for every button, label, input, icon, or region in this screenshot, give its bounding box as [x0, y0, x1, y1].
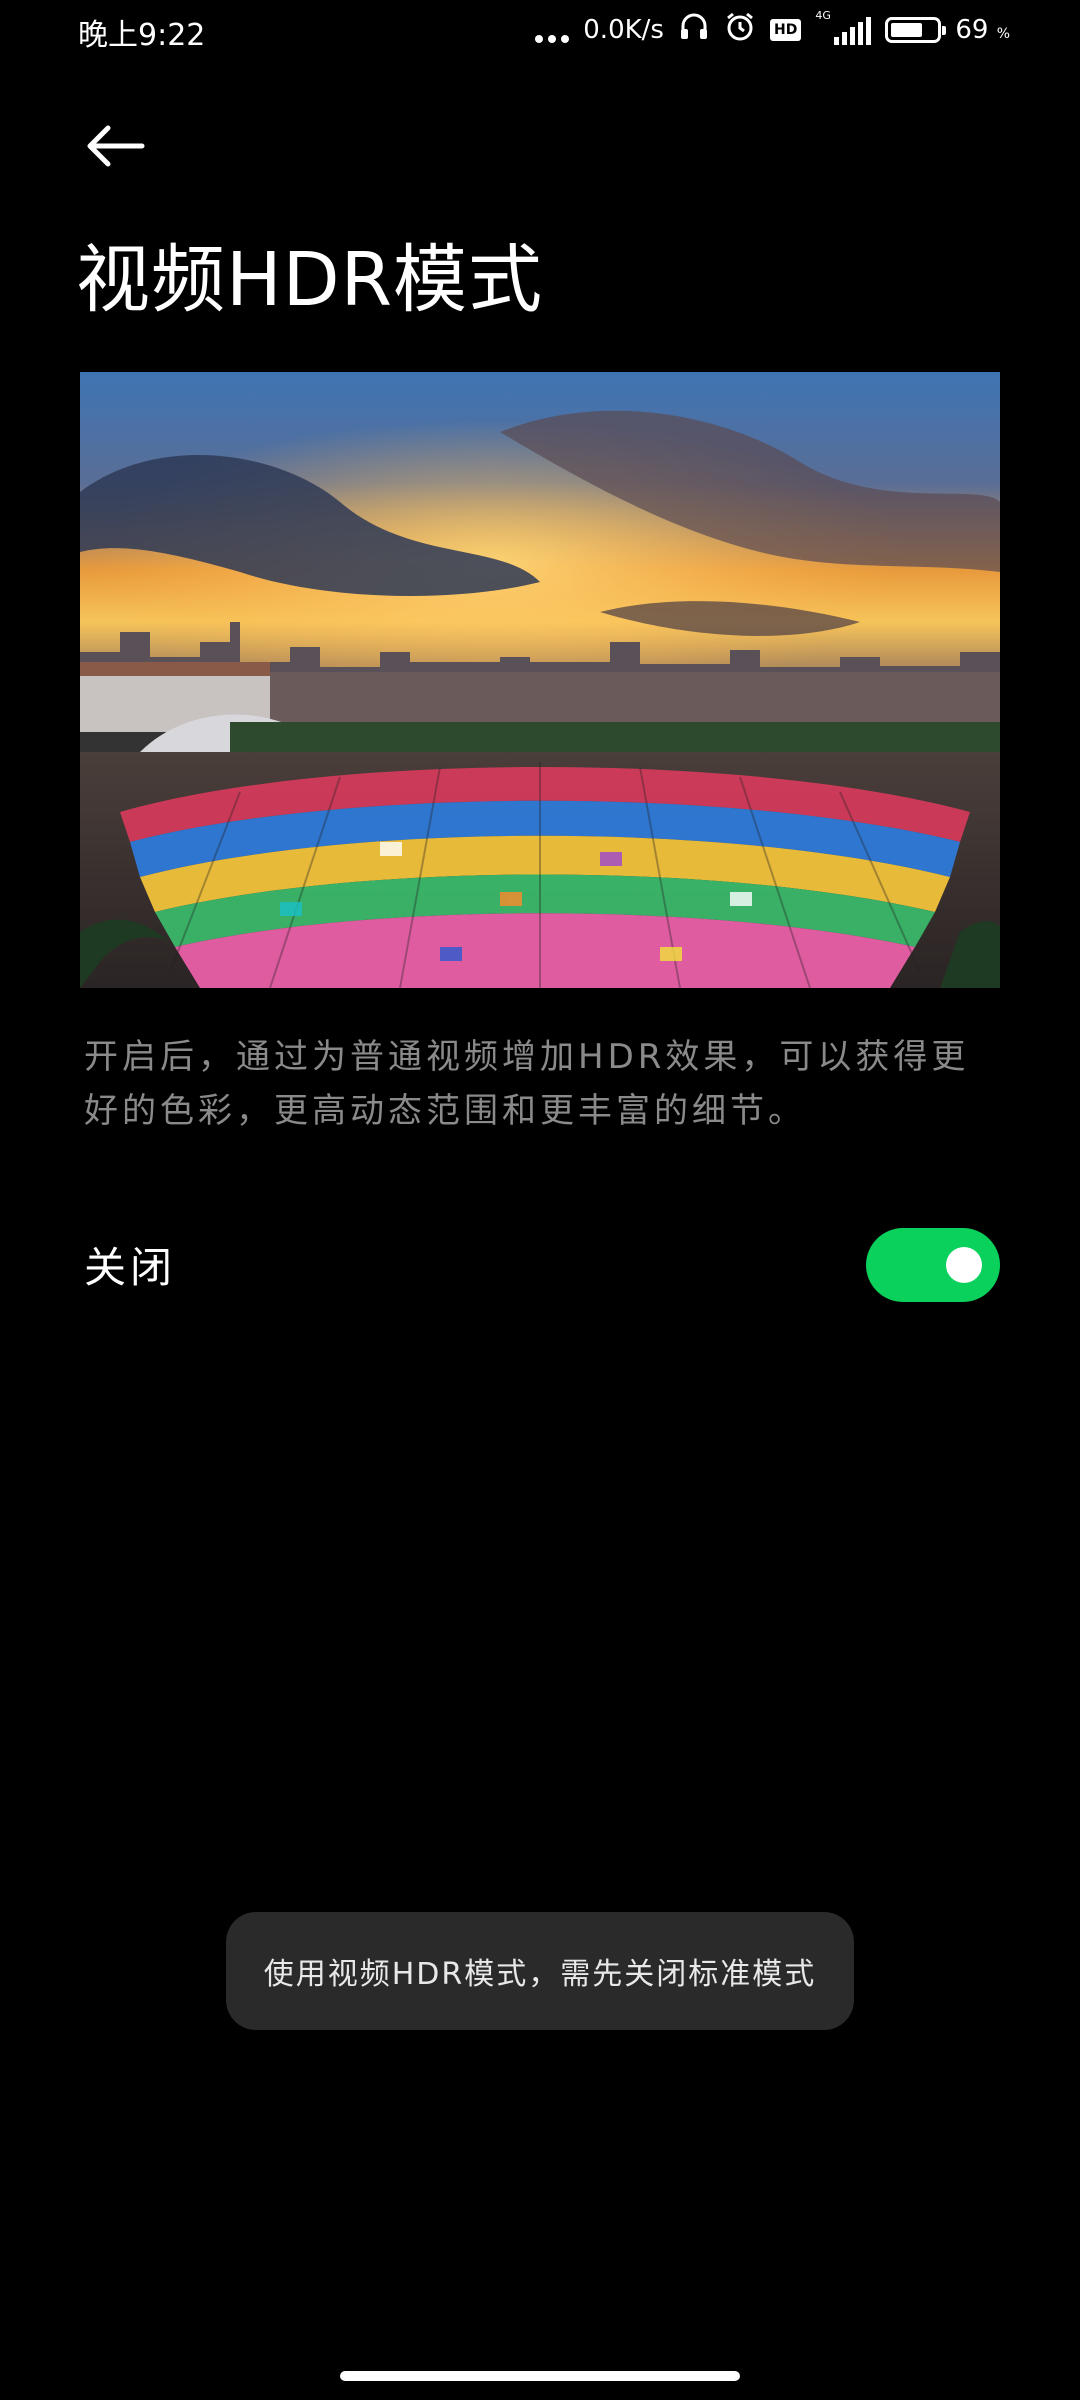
hdr-toggle-switch[interactable]: [866, 1228, 1000, 1302]
more-notifications-icon: [535, 17, 570, 43]
signal-icon: 4G: [815, 9, 872, 45]
hdr-setting-row: 关闭: [80, 1220, 1000, 1310]
battery-level: 69 %: [955, 15, 1010, 45]
headphones-icon: [678, 11, 710, 50]
toggle-knob: [946, 1247, 982, 1283]
status-bar: 晚上9:22 0.0K/s HD 4G 69 %: [0, 0, 1080, 64]
toast-text: 使用视频HDR模式，需先关闭标准模式: [263, 1957, 817, 1992]
status-icons: 0.0K/s HD 4G 69 %: [535, 8, 1010, 52]
home-indicator[interactable]: [340, 2371, 740, 2381]
page-title: 视频HDR模式: [76, 237, 544, 323]
hd-badge: HD: [769, 19, 802, 41]
hdr-preview-image: [80, 372, 1000, 988]
back-button[interactable]: [80, 118, 150, 174]
network-speed: 0.0K/s: [583, 15, 664, 45]
battery-icon: [885, 17, 947, 43]
status-time: 晚上9:22: [78, 18, 206, 53]
arrow-left-icon: [87, 125, 145, 167]
toast-message: 使用视频HDR模式，需先关闭标准模式: [226, 1912, 854, 2030]
network-type: 4G: [815, 9, 831, 22]
alarm-icon: [724, 11, 756, 50]
hdr-description: 开启后，通过为普通视频增加HDR效果，可以获得更好的色彩，更高动态范围和更丰富的…: [84, 1037, 970, 1131]
setting-label: 关闭: [84, 1243, 177, 1292]
